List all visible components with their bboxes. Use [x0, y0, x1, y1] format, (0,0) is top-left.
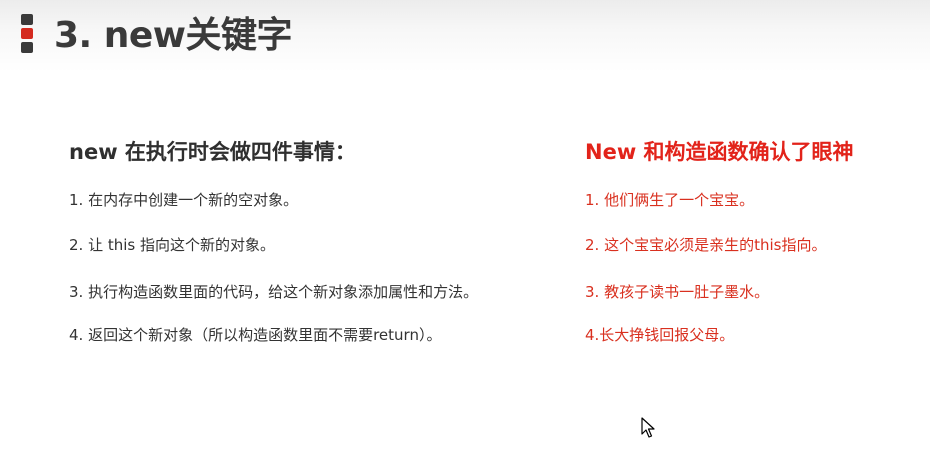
marker-square-top: [21, 14, 33, 25]
marker-square-middle: [21, 28, 33, 39]
mouse-pointer-icon: [641, 417, 655, 439]
list-item: 1. 在内存中创建一个新的空对象。: [69, 191, 299, 209]
page-title: 3. new关键字: [54, 15, 293, 56]
list-item: 3. 执行构造函数里面的代码，给这个新对象添加属性和方法。: [69, 283, 479, 301]
list-item: 3. 教孩子读书一肚子墨水。: [585, 283, 770, 301]
stacked-squares-icon: [21, 14, 35, 58]
list-item: 4. 返回这个新对象（所以构造函数里面不需要return）。: [69, 326, 442, 344]
right-column-heading: New 和构造函数确认了眼神: [585, 140, 854, 164]
list-item: 2. 让 this 指向这个新的对象。: [69, 236, 275, 254]
list-item: 4.长大挣钱回报父母。: [585, 326, 735, 344]
list-item: 1. 他们俩生了一个宝宝。: [585, 191, 755, 209]
marker-square-bottom: [21, 42, 33, 53]
left-column-heading: new 在执行时会做四件事情：: [69, 140, 356, 164]
list-item: 2. 这个宝宝必须是亲生的this指向。: [585, 236, 827, 254]
